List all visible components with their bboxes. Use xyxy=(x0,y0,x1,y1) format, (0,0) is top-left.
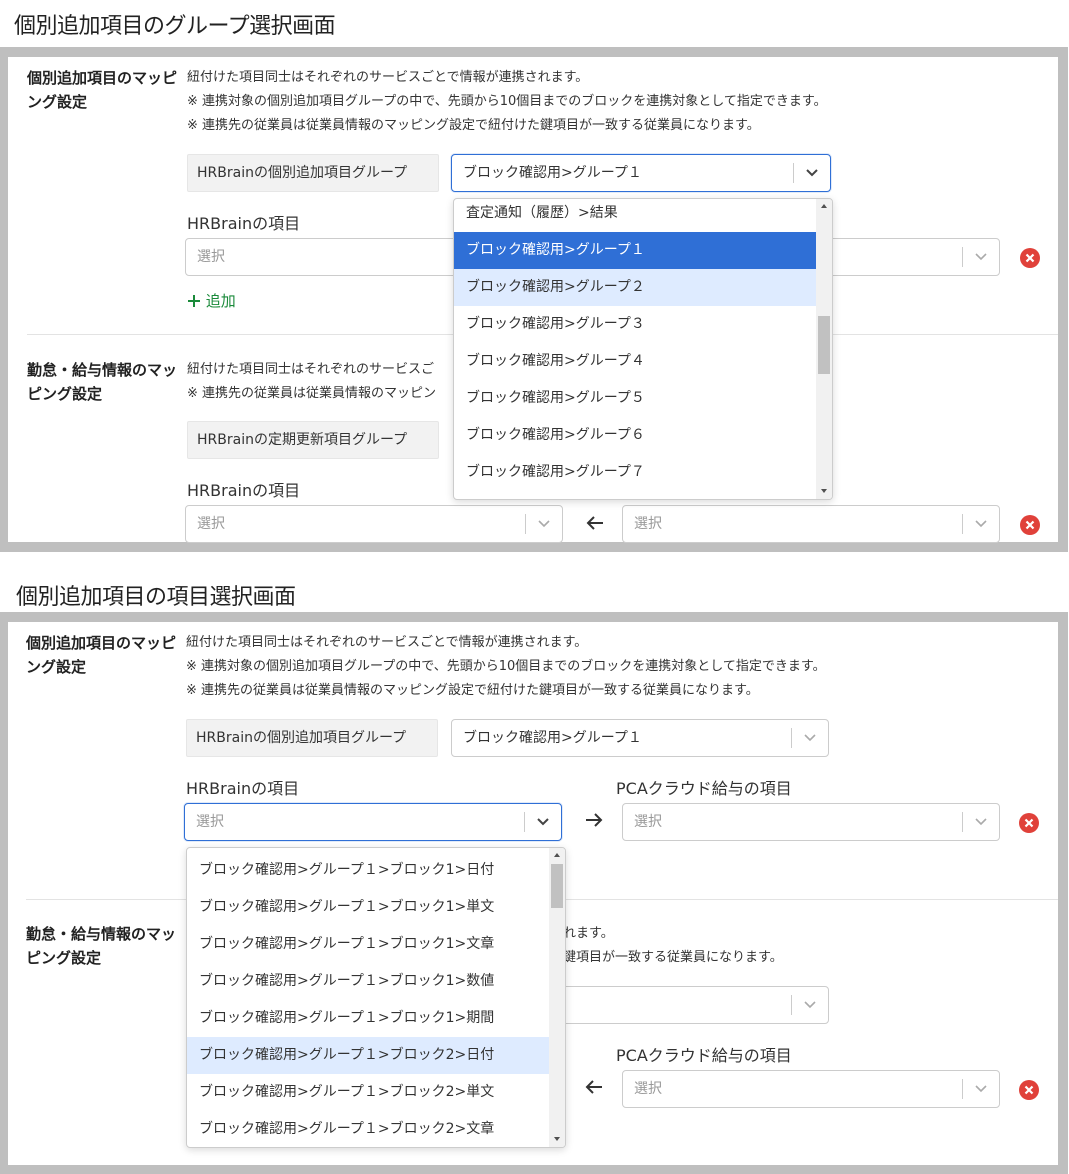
screen2-frame: 個別追加項目のマッピング設定 紐付けた項目同士はそれぞれのサービスごとで情報が連… xyxy=(0,612,1068,1174)
dropdown-option[interactable]: ブロック確認用>グループ１>ブロック1>数値 xyxy=(187,963,549,1000)
dropdown-option[interactable]: ブロック確認用>グループ５ xyxy=(454,380,816,417)
arrow-right-icon xyxy=(586,813,603,827)
section-title: 勤怠・給与情報のマッピング設定 xyxy=(26,925,177,967)
select-separator xyxy=(791,995,792,1015)
chevron-down-icon[interactable] xyxy=(973,1082,989,1096)
add-label: 追加 xyxy=(205,292,236,310)
dropdown-option[interactable]: ブロック確認用>グループ４ xyxy=(454,343,816,380)
select-placeholder: 選択 xyxy=(196,814,224,830)
dropdown-option[interactable]: ブロック確認用>グループ１>ブロック2>文章 xyxy=(187,1111,549,1147)
section-note: ※ 連携先の従業員は従業員情報のマッピン xyxy=(187,386,437,401)
group-select[interactable]: ブロック確認用>グループ１ xyxy=(451,154,831,192)
chevron-down-icon[interactable] xyxy=(973,250,989,264)
scroll-up-icon[interactable] xyxy=(821,204,827,208)
select-placeholder: 選択 xyxy=(197,249,225,265)
screen2-panel: 個別追加項目のマッピング設定 紐付けた項目同士はそれぞれのサービスごとで情報が連… xyxy=(8,622,1058,1165)
chevron-down-icon[interactable] xyxy=(973,815,989,829)
hrbrain-item-select[interactable]: 選択 xyxy=(185,505,563,543)
select-separator xyxy=(525,514,526,534)
pca-item-label: PCAクラウド給与の項目 xyxy=(616,779,792,798)
arrow-left-icon xyxy=(585,1080,602,1094)
group-label: HRBrainの個別追加項目グループ xyxy=(187,154,439,192)
dropdown-option[interactable]: ブロック確認用>グループ１>ブロック2>単文 xyxy=(187,1074,549,1111)
plus-icon xyxy=(188,295,200,307)
select-separator xyxy=(791,728,792,748)
select-placeholder: 選択 xyxy=(634,516,662,532)
add-button[interactable]: 追加 xyxy=(187,290,236,311)
section-title: 勤怠・給与情報のマッピング設定 xyxy=(27,361,178,403)
select-separator xyxy=(962,247,963,267)
pca-item-select[interactable]: 選択 xyxy=(622,505,1000,543)
pca-item-label: PCAクラウド給与の項目 xyxy=(616,1046,792,1065)
select-separator xyxy=(524,812,525,832)
delete-circle-icon[interactable] xyxy=(1020,248,1040,268)
select-separator xyxy=(962,812,963,832)
dropdown-option-hover[interactable]: ブロック確認用>グループ１>ブロック2>日付 xyxy=(187,1037,549,1074)
group-dropdown-menu[interactable]: 査定通知（履歴）>結果 ブロック確認用>グループ１ ブロック確認用>グループ２ … xyxy=(453,198,833,500)
chevron-down-icon[interactable] xyxy=(973,517,989,531)
select-placeholder: 選択 xyxy=(197,516,225,532)
dropdown-option[interactable]: ブロック確認用>グループ３ xyxy=(454,306,816,343)
arrow-left-icon xyxy=(586,516,603,530)
section-note-fragment: 鍵項目が一致する従業員になります。 xyxy=(563,950,783,965)
section-description: 紐付けた項目同士はそれぞれのサービスご xyxy=(187,362,435,377)
hrbrain-item-label: HRBrainの項目 xyxy=(186,779,300,798)
scroll-up-icon[interactable] xyxy=(554,853,560,857)
screen2-title: 個別追加項目の項目選択画面 xyxy=(16,585,296,610)
section-title: 個別追加項目のマッピング設定 xyxy=(27,69,178,111)
dropdown-option[interactable]: ブロック確認用>グループ７ xyxy=(454,454,816,491)
chevron-down-icon[interactable] xyxy=(802,731,818,745)
screen1-title: 個別追加項目のグループ選択画面 xyxy=(14,14,336,39)
group-label: HRBrainの個別追加項目グループ xyxy=(186,719,438,757)
screen1-frame: 個別追加項目のマッピング設定 紐付けた項目同士はそれぞれのサービスごとで情報が連… xyxy=(0,47,1068,552)
select-placeholder: 選択 xyxy=(634,814,662,830)
chevron-down-icon[interactable] xyxy=(536,517,552,531)
pca-item-select[interactable]: 選択 xyxy=(622,803,1000,841)
group-label: HRBrainの定期更新項目グループ xyxy=(187,421,439,459)
chevron-down-icon[interactable] xyxy=(804,166,820,180)
section-note: ※ 連携対象の個別追加項目グループの中で、先頭から10個目までのブロックを連携対… xyxy=(186,659,826,674)
chevron-down-icon[interactable] xyxy=(802,998,818,1012)
scroll-down-icon[interactable] xyxy=(821,489,827,493)
select-separator xyxy=(793,163,794,183)
section-title: 個別追加項目のマッピング設定 xyxy=(26,634,177,676)
dropdown-option[interactable]: ブロック確認用>グループ１>ブロック1>文章 xyxy=(187,926,549,963)
pca-item-select[interactable]: 選択 xyxy=(622,1070,1000,1108)
section-description: 紐付けた項目同士はそれぞれのサービスごとで情報が連携されます。 xyxy=(186,635,588,650)
dropdown-option[interactable]: ブロック確認用>グループ１>ブロック1>日付 xyxy=(187,852,549,889)
hrbrain-item-label: HRBrainの項目 xyxy=(187,481,301,500)
item-dropdown-menu[interactable]: ブロック確認用>グループ１>ブロック1>日付 ブロック確認用>グループ１>ブロッ… xyxy=(186,847,566,1148)
section-note: ※ 連携先の従業員は従業員情報のマッピング設定で紐付けた鍵項目が一致する従業員に… xyxy=(187,118,760,133)
delete-circle-icon[interactable] xyxy=(1020,515,1040,535)
select-separator xyxy=(962,1079,963,1099)
hrbrain-item-label: HRBrainの項目 xyxy=(187,214,301,233)
delete-circle-icon[interactable] xyxy=(1019,1080,1039,1100)
dropdown-option[interactable]: ブロック確認用>グループ１>ブロック1>期間 xyxy=(187,1000,549,1037)
dropdown-option-selected[interactable]: ブロック確認用>グループ１ xyxy=(454,232,816,269)
delete-circle-icon[interactable] xyxy=(1019,813,1039,833)
dropdown-option-hover[interactable]: ブロック確認用>グループ２ xyxy=(454,269,816,306)
dropdown-scrollbar[interactable] xyxy=(816,199,832,499)
dropdown-option[interactable]: ブロック確認用>グループ６ xyxy=(454,417,816,454)
select-separator xyxy=(962,514,963,534)
section-description: 紐付けた項目同士はそれぞれのサービスごとで情報が連携されます。 xyxy=(187,70,589,85)
group-select-value: ブロック確認用>グループ１ xyxy=(463,165,642,181)
section-note: ※ 連携先の従業員は従業員情報のマッピング設定で紐付けた鍵項目が一致する従業員に… xyxy=(186,683,759,698)
screen1-panel: 個別追加項目のマッピング設定 紐付けた項目同士はそれぞれのサービスごとで情報が連… xyxy=(8,57,1058,543)
section-note: ※ 連携対象の個別追加項目グループの中で、先頭から10個目までのブロックを連携対… xyxy=(187,94,827,109)
scroll-down-icon[interactable] xyxy=(554,1137,560,1141)
dropdown-option[interactable]: ブロック確認用>グループ１>ブロック1>単文 xyxy=(187,889,549,926)
select-placeholder: 選択 xyxy=(634,1081,662,1097)
section-description-fragment: れます。 xyxy=(563,926,614,941)
dropdown-option[interactable]: 査定通知（履歴）>結果 xyxy=(454,199,816,232)
hrbrain-item-select[interactable]: 選択 xyxy=(184,803,562,841)
scrollbar-thumb[interactable] xyxy=(551,864,563,908)
dropdown-scrollbar[interactable] xyxy=(549,848,565,1147)
group-select[interactable] xyxy=(528,986,829,1024)
chevron-down-icon[interactable] xyxy=(535,815,551,829)
group-select[interactable]: ブロック確認用>グループ１ xyxy=(451,719,829,757)
group-select-value: ブロック確認用>グループ１ xyxy=(463,730,642,746)
scrollbar-thumb[interactable] xyxy=(818,316,830,374)
